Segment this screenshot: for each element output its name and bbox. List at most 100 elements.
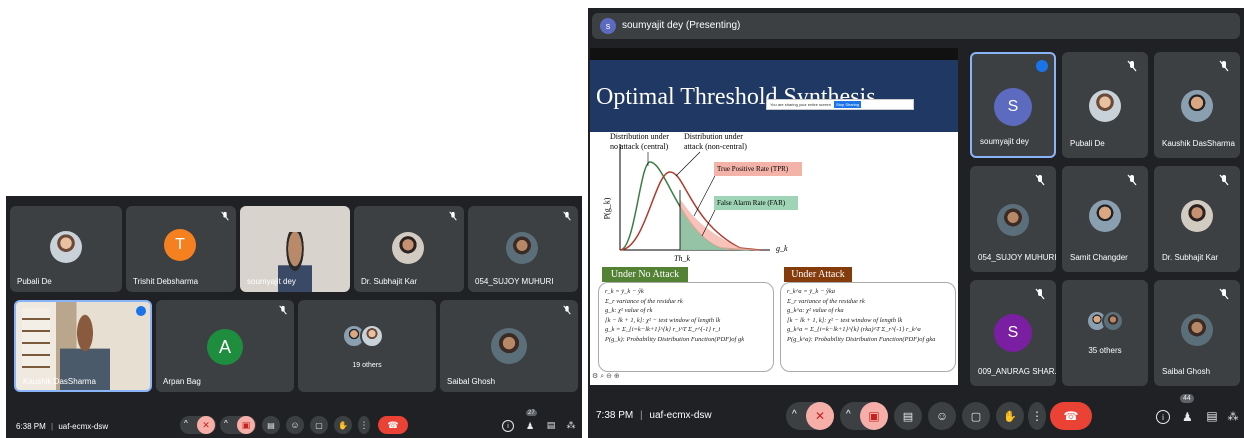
captions-button[interactable]: ▤: [262, 416, 280, 434]
end-call-button[interactable]: ☎: [378, 416, 408, 434]
participant-tile-soumyajit[interactable]: S soumyajit dey: [970, 52, 1056, 158]
avatar: [1102, 310, 1124, 332]
bookshelf: [22, 308, 50, 368]
avatar: S: [994, 88, 1032, 126]
present-button[interactable]: ▢: [310, 416, 328, 434]
participant-name: Arpan Bag: [163, 377, 201, 386]
camera-off-button[interactable]: ▣: [237, 416, 255, 434]
no-attack-box: r_k = ȳ_k − ŷk Σ_r variance of the resid…: [598, 282, 774, 372]
participant-tile-pubali[interactable]: Pubali De: [1062, 52, 1148, 158]
participant-tile-arpan[interactable]: A Arpan Bag: [156, 300, 294, 392]
presenter-label: soumyajit dey (Presenting): [622, 20, 741, 31]
participant-name: Saibal Ghosh: [1162, 367, 1211, 376]
clock: 7:38 PM: [596, 410, 634, 421]
participant-name: 054_SUJOY MUHURI: [475, 277, 554, 286]
avatar: T: [164, 229, 196, 261]
chevron-up-icon: ^: [792, 409, 797, 420]
participant-name: Dr. Subhajit Kar: [1162, 253, 1219, 262]
participant-tile-trishit[interactable]: T Trishit Debsharma: [126, 206, 236, 292]
participant-tile-saibal[interactable]: Saibal Ghosh: [1154, 280, 1240, 386]
participant-tile-anurag[interactable]: S 009_ANURAG SHAR...: [970, 280, 1056, 386]
people-icon: ♟: [526, 421, 535, 431]
present-button[interactable]: ▢: [962, 402, 990, 430]
participant-tile-pubali[interactable]: Pubali De: [10, 206, 122, 292]
info-icon[interactable]: i: [1156, 410, 1170, 424]
raise-hand-button[interactable]: ✋: [334, 416, 352, 434]
participants-button[interactable]: 44 ♟: [1178, 394, 1198, 430]
more-options-button[interactable]: ⋮: [358, 416, 370, 434]
captions-button[interactable]: ▤: [894, 402, 922, 430]
no-attack-title: Under No Attack: [602, 267, 688, 282]
mic-off-icon: [279, 305, 287, 315]
y-axis-label: P(g_k): [602, 197, 612, 220]
mic-off-icon: [563, 305, 571, 315]
participant-name: Pubali De: [17, 277, 52, 286]
chevron-up-icon: ^: [184, 419, 188, 428]
participant-tile-kaushik[interactable]: Kaushik DasSharma: [14, 300, 152, 392]
raise-hand-button[interactable]: ✋: [996, 402, 1024, 430]
activities-button[interactable]: ⁂: [1224, 404, 1242, 428]
mic-off-button[interactable]: ✕: [197, 416, 215, 434]
activities-button[interactable]: ⁂: [562, 416, 580, 434]
avatar: [1089, 200, 1121, 232]
stop-sharing-button[interactable]: Stop Sharing: [834, 101, 862, 108]
participant-name: Saibal Ghosh: [447, 377, 496, 386]
attack-box: r_k^a = ȳ_k − ŷka Σ_r variance of the re…: [780, 282, 956, 372]
participant-tile-sujoy[interactable]: 054_SUJOY MUHURI: [970, 166, 1056, 272]
mic-off-icon: [1035, 288, 1045, 300]
mic-control[interactable]: ^ ✕: [786, 402, 834, 430]
attack-title: Under Attack: [784, 267, 852, 282]
participant-tile-sujoy[interactable]: 054_SUJOY MUHURI: [468, 206, 578, 292]
mic-off-icon: [1127, 60, 1137, 72]
participant-name: Kaushik DasSharma: [1162, 139, 1235, 148]
info-icon[interactable]: i: [502, 420, 514, 432]
avatar: [506, 232, 538, 264]
others-tile[interactable]: 19 others: [298, 300, 436, 392]
meeting-code: uaf-ecmx-dsw: [58, 422, 109, 431]
others-tile[interactable]: 35 others: [1062, 280, 1148, 386]
emoji-button[interactable]: ☺: [286, 416, 304, 434]
participant-tile-soumyajit[interactable]: soumyajit dey: [240, 206, 350, 292]
mic-off-icon: [1219, 288, 1229, 300]
mic-off-button[interactable]: ✕: [806, 402, 834, 430]
far-label: False Alarm Rate (FAR): [717, 199, 786, 207]
slide-top-border: [590, 48, 958, 60]
participant-tile-saibal[interactable]: Saibal Ghosh: [440, 300, 578, 392]
participant-name: Dr. Subhajit Kar: [361, 277, 418, 286]
mic-off-icon: [1219, 174, 1229, 186]
mic-off-icon: [1219, 60, 1229, 72]
right-meet-window: s soumyajit dey (Presenting) Optimal Thr…: [588, 8, 1244, 438]
avatar: [392, 232, 424, 264]
avatar: [491, 328, 527, 364]
meeting-info: 7:38 PM | uaf-ecmx-dsw: [596, 410, 712, 421]
meeting-info: 6:38 PM | uaf-ecmx-dsw: [16, 422, 108, 431]
participants-badge: 44: [1180, 394, 1194, 403]
annotation-toolbar[interactable]: ⚙ ⌕ ⊖ ⊕: [592, 372, 632, 382]
participant-tile-kaushik[interactable]: Kaushik DasSharma: [1154, 52, 1240, 158]
participant-tile-samit[interactable]: Samit Changder: [1062, 166, 1148, 272]
camera-control[interactable]: ^ ▣: [220, 416, 256, 434]
emoji-button[interactable]: ☺: [928, 402, 956, 430]
participant-tile-subhajit[interactable]: Dr. Subhajit Kar: [354, 206, 464, 292]
dist-noncentral-label: Distribution under attack (non-central): [684, 132, 747, 151]
more-options-button[interactable]: ⋮: [1028, 402, 1046, 430]
separator: |: [640, 410, 643, 421]
chat-button[interactable]: ▤: [1202, 404, 1222, 428]
x-axis-label: g_k: [776, 244, 788, 253]
participants-button[interactable]: 27 ♟: [522, 410, 540, 434]
mic-control[interactable]: ^ ✕: [180, 416, 216, 434]
people-icon: ♟: [1182, 410, 1193, 424]
participant-tile-subhajit[interactable]: Dr. Subhajit Kar: [1154, 166, 1240, 272]
participant-name: 009_ANURAG SHAR...: [978, 367, 1056, 376]
clock: 6:38 PM: [16, 422, 46, 431]
chevron-up-icon: ^: [224, 419, 228, 428]
avatar: [997, 204, 1029, 236]
speaking-indicator: [136, 306, 146, 316]
chat-button[interactable]: ▤: [542, 416, 560, 434]
mic-off-icon: [221, 211, 229, 221]
tpr-label: True Positive Rate (TPR): [717, 165, 789, 173]
camera-control[interactable]: ^ ▣: [840, 402, 888, 430]
camera-off-button[interactable]: ▣: [860, 402, 888, 430]
end-call-button[interactable]: ☎: [1050, 402, 1092, 430]
avatar: [1181, 90, 1213, 122]
